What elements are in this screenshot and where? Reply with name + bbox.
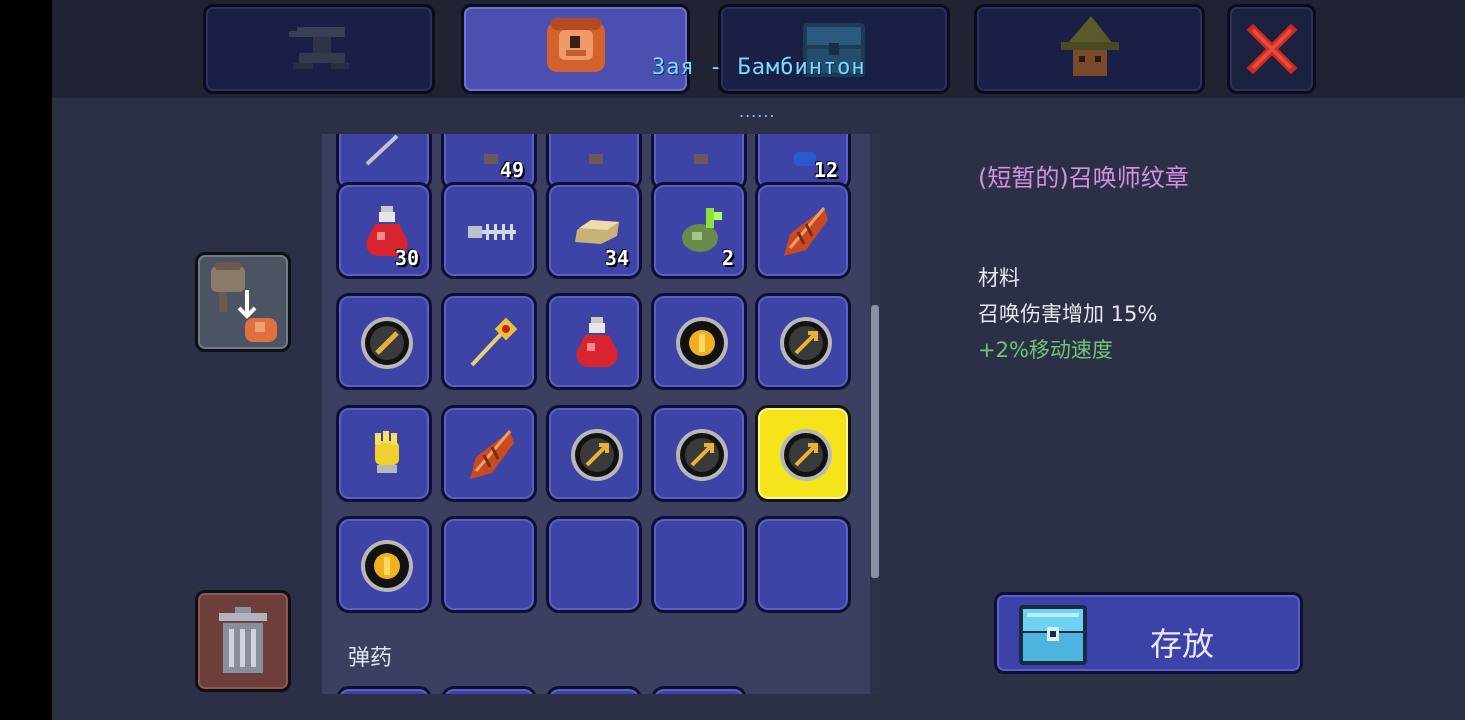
- inventory-slot[interactable]: [336, 516, 432, 613]
- inventory-slot-empty[interactable]: [441, 516, 537, 613]
- autumn-leaf-icon: [462, 425, 522, 485]
- player-bag-icon: [546, 18, 605, 72]
- tab-inventory[interactable]: [461, 4, 690, 94]
- chest-icon: [1019, 605, 1087, 665]
- tooltip-item-type: 材料: [978, 266, 1020, 290]
- deposit-button-label: 存放: [1150, 625, 1215, 663]
- sword-partial-icon: [357, 134, 417, 174]
- emblem-coin-icon: [357, 536, 417, 596]
- inventory-slot[interactable]: [755, 293, 851, 390]
- inventory-slot[interactable]: [546, 293, 642, 390]
- loot-all-icon: [211, 262, 277, 342]
- wizard-icon: [1060, 16, 1119, 76]
- inventory-slot[interactable]: [755, 182, 851, 279]
- item-stack-count: 12: [813, 158, 838, 182]
- inventory-panel: 49 12 30 34 2: [322, 134, 880, 694]
- healing-potion-icon: [567, 313, 627, 373]
- trash-can-icon: [219, 607, 267, 673]
- inventory-slot-empty[interactable]: [546, 516, 642, 613]
- inventory-slot[interactable]: [336, 405, 432, 502]
- trash-button[interactable]: [195, 590, 291, 692]
- player-name: Зая - Бамбинтон: [652, 55, 866, 80]
- inventory-scrollbar-thumb[interactable]: [871, 305, 879, 578]
- golden-staff-icon: [462, 313, 522, 373]
- ammo-slot[interactable]: [651, 686, 747, 694]
- ammo-slot[interactable]: [546, 686, 642, 694]
- ammo-slot[interactable]: [336, 686, 432, 694]
- item-stack-count: 34: [604, 246, 629, 270]
- tooltip-bonus: +2%移动速度: [978, 338, 1113, 362]
- item-stack-count: 49: [499, 158, 524, 182]
- item-stack-count: 30: [394, 246, 419, 270]
- expand-dots[interactable]: ......: [739, 102, 776, 121]
- autumn-leaf-icon: [776, 202, 836, 262]
- emblem-arrow-icon: [776, 425, 836, 485]
- inventory-slot[interactable]: [755, 405, 851, 502]
- close-button[interactable]: [1227, 4, 1316, 94]
- inventory-slot[interactable]: [441, 182, 537, 279]
- inventory-slot[interactable]: [336, 293, 432, 390]
- tooltip-stat: 召唤伤害增加 15%: [978, 302, 1158, 326]
- emblem-arrow-icon: [776, 313, 836, 373]
- emblem-arrow-icon: [672, 425, 732, 485]
- inventory-slot[interactable]: [441, 293, 537, 390]
- emblem-coin-icon: [672, 313, 732, 373]
- anvil-icon: [289, 27, 349, 69]
- ammo-slot[interactable]: [441, 686, 537, 694]
- inventory-slot-empty[interactable]: [755, 516, 851, 613]
- inventory-slot[interactable]: [441, 405, 537, 502]
- tab-npc[interactable]: [974, 4, 1205, 94]
- item-stack-count: 2: [721, 246, 734, 270]
- inventory-slot[interactable]: [546, 405, 642, 502]
- item-partial-icon: [672, 134, 732, 174]
- inventory-slot-empty[interactable]: [651, 516, 747, 613]
- inventory-slot[interactable]: 30: [336, 182, 432, 279]
- inventory-slot[interactable]: [651, 405, 747, 502]
- skeleton-fish-icon: [462, 202, 522, 262]
- golden-glove-icon: [357, 425, 417, 485]
- item-partial-icon: [567, 134, 627, 174]
- screen-left-border: [0, 0, 52, 720]
- inventory-slot[interactable]: 34: [546, 182, 642, 279]
- emblem-arrow-icon: [567, 425, 627, 485]
- ammo-section-label: 弹药: [348, 646, 393, 671]
- emblem-sword-icon: [357, 313, 417, 373]
- tooltip-item-name: (短暂的)召唤师纹章: [978, 164, 1189, 192]
- tab-storage[interactable]: [718, 4, 950, 94]
- deposit-all-button[interactable]: [994, 592, 1303, 674]
- close-icon: [1246, 23, 1297, 75]
- loot-all-button[interactable]: [195, 252, 291, 352]
- inventory-slot[interactable]: [651, 293, 747, 390]
- tab-crafting[interactable]: [203, 4, 435, 94]
- inventory-slot[interactable]: 2: [651, 182, 747, 279]
